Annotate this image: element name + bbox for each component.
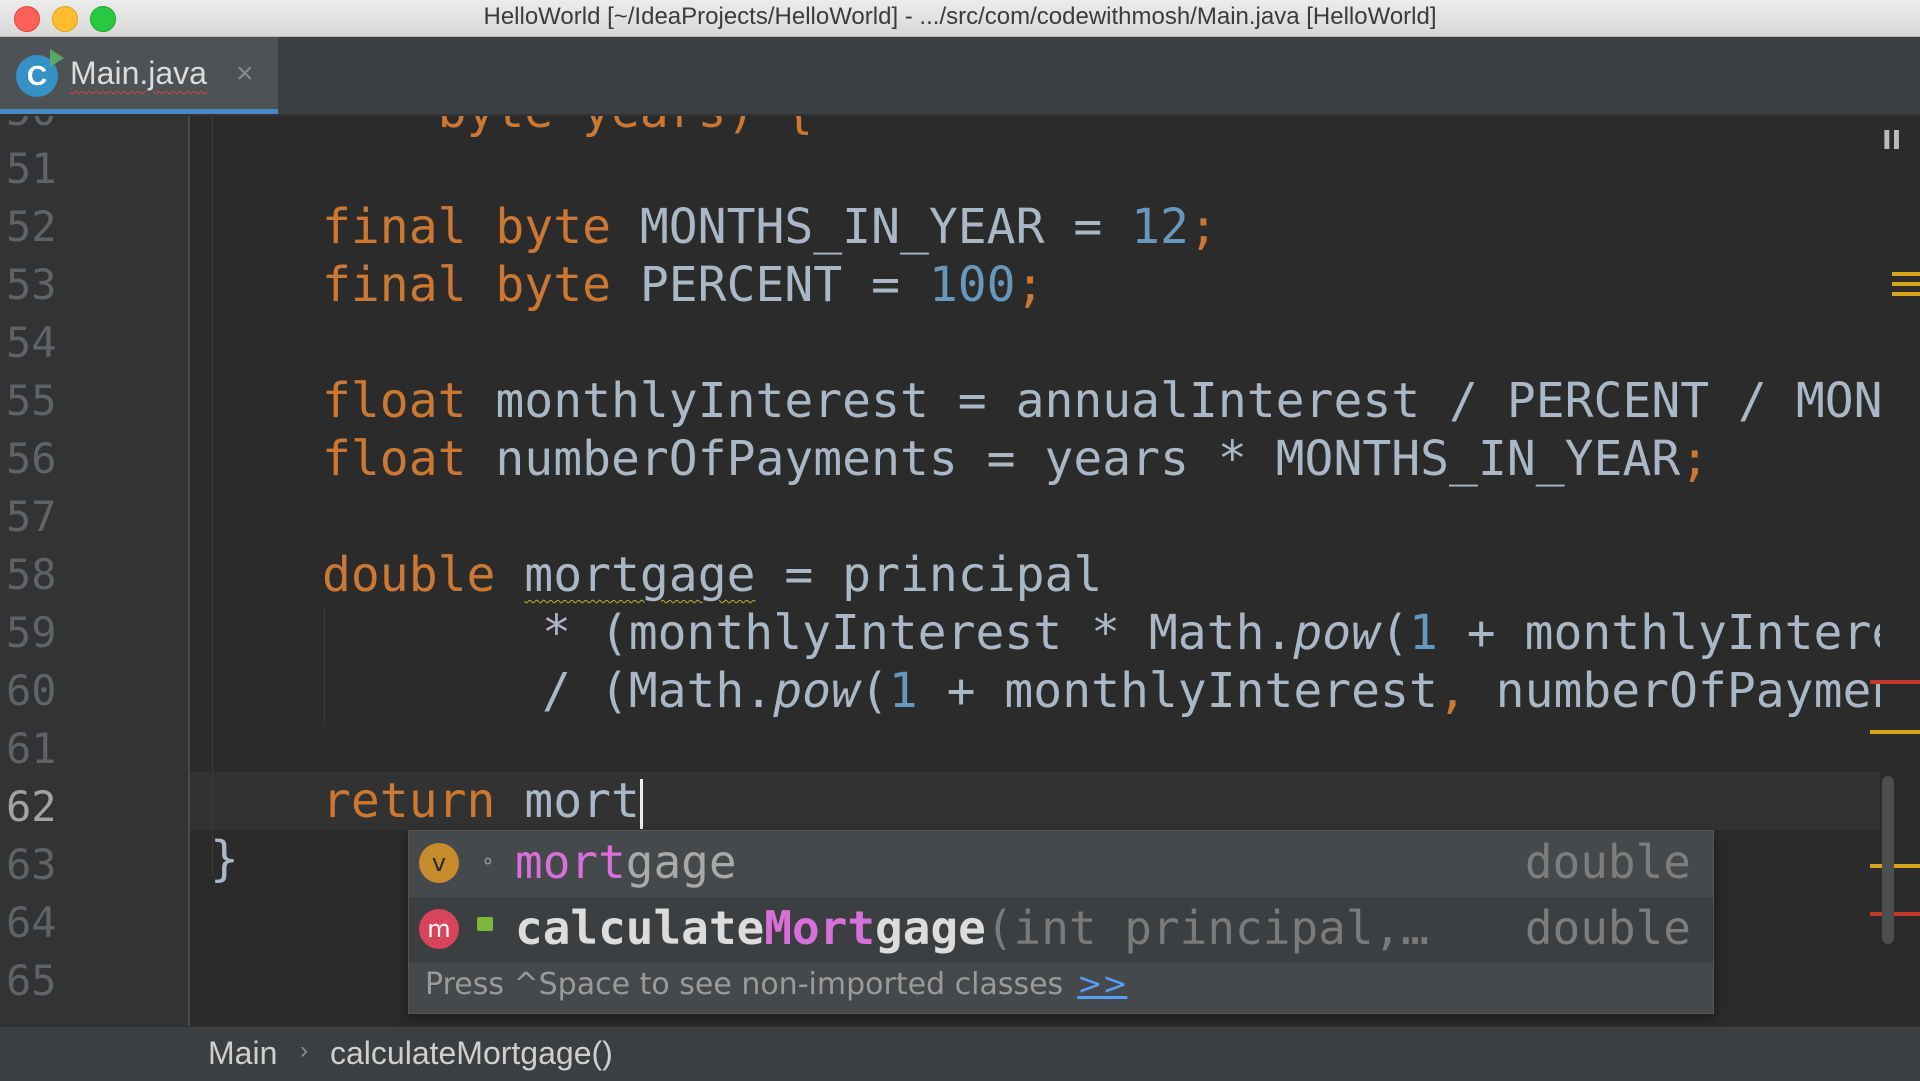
line-number: 58 — [6, 550, 57, 599]
warning-marker[interactable] — [1892, 292, 1920, 296]
error-marker[interactable] — [1870, 912, 1920, 916]
breadcrumb-class[interactable]: Main — [208, 1035, 277, 1072]
title-bar: HelloWorld [~/IdeaProjects/HelloWorld] -… — [0, 0, 1920, 37]
gutter-divider — [188, 116, 190, 1026]
active-tab-indicator — [0, 109, 278, 114]
error-marker[interactable] — [1870, 680, 1920, 684]
indent-guide — [212, 116, 213, 876]
window-title: HelloWorld [~/IdeaProjects/HelloWorld] -… — [483, 3, 1437, 30]
code-line: / (Math.pow(1 + monthlyInterest, numberO… — [542, 663, 1920, 719]
indent-guide — [324, 606, 325, 726]
line-number: 63 — [6, 840, 57, 889]
code-line: byte years) { — [322, 116, 814, 140]
code-line: double mortgage = principal — [322, 547, 1103, 603]
unused-variable-warning: mortgage — [524, 547, 756, 603]
current-code-line: return mort — [322, 772, 643, 830]
line-number: 51 — [6, 144, 57, 193]
line-number: 56 — [6, 434, 57, 483]
scrollbar-thumb[interactable] — [1882, 776, 1894, 944]
completion-hint: Press ^Space to see non-imported classes… — [425, 967, 1128, 1002]
completion-item-text: mortgage — [515, 835, 737, 889]
warning-marker[interactable] — [1870, 864, 1920, 868]
return-type: double — [1524, 901, 1691, 955]
line-number-gutter: 50 51 52 53 54 55 56 57 58 59 60 61 62 6… — [0, 116, 188, 1026]
code-line: * (monthlyInterest * Math.pow(1 + monthl… — [542, 605, 1920, 661]
editor-tab-bar: C Main.java × — [0, 37, 1920, 116]
breadcrumb: Main › calculateMortgage() — [0, 1026, 1920, 1081]
hint-link[interactable]: >> — [1077, 967, 1127, 1002]
local-scope-icon: ∘ — [481, 849, 495, 874]
text-caret — [639, 779, 643, 829]
line-number: 64 — [6, 898, 57, 947]
tab-label: Main.java — [70, 55, 207, 91]
close-icon[interactable]: × — [236, 57, 254, 91]
breadcrumb-method[interactable]: calculateMortgage() — [330, 1035, 613, 1072]
tab-main-java[interactable]: C Main.java × — [0, 37, 278, 114]
completion-item-text: calculateMortgage(int principal,… — [515, 901, 1429, 955]
method-icon: m — [419, 909, 459, 949]
line-number: 52 — [6, 202, 57, 251]
run-badge-icon — [50, 49, 64, 67]
line-number: 50 — [6, 116, 86, 140]
variable-icon: v — [419, 843, 459, 883]
code-text: byte years) { — [322, 116, 814, 139]
code-line: float numberOfPayments = years * MONTHS_… — [322, 431, 1710, 487]
pause-icon[interactable]: II — [1882, 126, 1901, 156]
line-number: 65 — [6, 956, 57, 1005]
completion-item-calculate-mortgage[interactable]: m calculateMortgage(int principal,… doub… — [409, 897, 1713, 963]
public-access-icon — [477, 917, 493, 931]
line-number: 54 — [6, 318, 57, 367]
line-number: 60 — [6, 666, 57, 715]
warning-marker[interactable] — [1870, 730, 1920, 734]
line-number: 53 — [6, 260, 57, 309]
line-number: 57 — [6, 492, 57, 541]
code-line: } — [210, 831, 239, 887]
java-class-icon: C — [16, 49, 64, 97]
code-line: final byte MONTHS_IN_YEAR = 12; — [322, 199, 1218, 255]
code-completion-popup: v ∘ mortgage double m calculateMortgage(… — [408, 830, 1714, 1014]
code-line: final byte PERCENT = 100; — [322, 257, 1045, 313]
return-type: double — [1524, 835, 1691, 889]
line-number: 61 — [6, 724, 57, 773]
current-line-number: 62 — [6, 782, 57, 831]
line-number: 59 — [6, 608, 57, 657]
completion-item-mortgage[interactable]: v ∘ mortgage double — [409, 831, 1713, 897]
line-number: 55 — [6, 376, 57, 425]
breadcrumb-separator: › — [300, 1037, 308, 1064]
code-line: float monthlyInterest = annualInterest /… — [322, 373, 1920, 429]
warning-marker[interactable] — [1892, 282, 1920, 286]
warning-marker[interactable] — [1892, 272, 1920, 276]
typed-text: mort — [524, 773, 640, 829]
